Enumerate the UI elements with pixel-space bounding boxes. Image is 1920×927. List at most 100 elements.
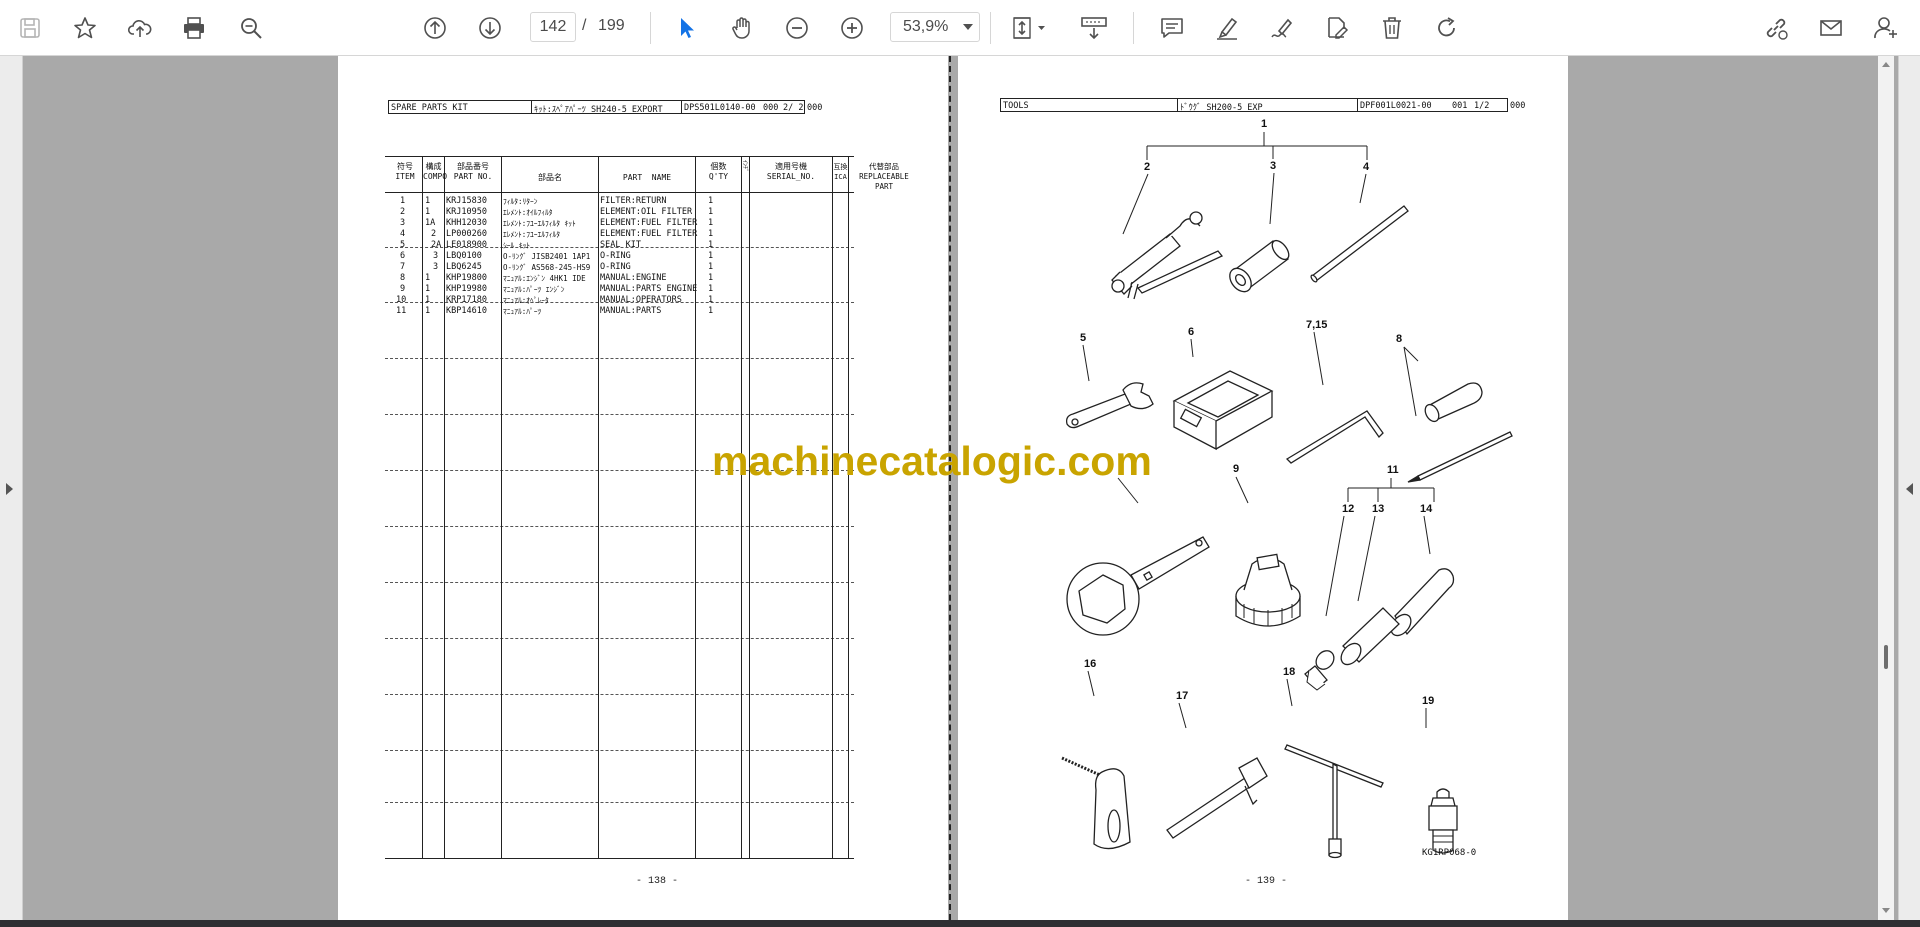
tool-box-drawing [1172, 370, 1274, 451]
zoom-in-icon[interactable] [834, 10, 870, 46]
page-spread-divider [949, 56, 951, 920]
row-rule [385, 582, 854, 583]
page-number-input[interactable] [530, 12, 576, 42]
table-bottom-rule [385, 858, 854, 859]
zoom-value: 53,9% [903, 18, 949, 35]
row-part-no: KRJ15830 [446, 196, 487, 206]
chevron-down-icon [963, 24, 973, 30]
scrollbar-thumb[interactable] [1884, 645, 1888, 669]
adjustable-wrench-drawing [1065, 382, 1154, 429]
edit-pdf-icon[interactable] [1319, 10, 1355, 46]
col-rule [695, 156, 696, 859]
page-number-label: - 138 - [636, 876, 679, 887]
row-part-no: KHP19800 [446, 273, 487, 283]
row-part-no: KRP17180 [446, 295, 487, 305]
row-item: 1 [400, 196, 406, 206]
account-icon[interactable] [1868, 10, 1904, 46]
upload-cloud-icon[interactable] [122, 10, 158, 46]
row-qty: 1 [708, 306, 714, 316]
col-rule [832, 156, 833, 859]
vertical-scrollbar[interactable] [1878, 56, 1894, 920]
scroll-up-icon[interactable] [1882, 62, 1890, 67]
row-part-name: MANUAL:ENGINE [600, 273, 667, 283]
row-qty: 1 [708, 295, 714, 305]
table-header-rule [385, 192, 854, 193]
bookmark-star-icon[interactable] [67, 10, 103, 46]
row-qty: 1 [708, 273, 714, 283]
row-jp-name: ﾏﾆｭｱﾙ:ﾊﾟｰﾂ [503, 307, 542, 316]
page-fit-icon[interactable] [1004, 10, 1056, 46]
row-qty: 1 [708, 262, 714, 272]
share-link-icon[interactable] [1758, 10, 1794, 46]
pdf-page-138: SPARE PARTS KIT ｷｯﾄ:ｽﾍﾟｱﾊﾟｰﾂ SH240-5 EXP… [338, 56, 948, 920]
col-rule [741, 156, 742, 859]
expand-right-icon[interactable] [1906, 483, 1913, 495]
row-part-no: LBQ0100 [446, 251, 482, 261]
row-part-name: MANUAL:OPERATORS [600, 295, 682, 305]
rotate-icon[interactable] [1429, 10, 1465, 46]
row-qty: 1 [708, 229, 714, 239]
row-rule [385, 802, 854, 803]
page-down-icon[interactable] [472, 10, 508, 46]
watermark-text: machinecatalogic.com [712, 438, 1152, 484]
print-icon[interactable] [176, 10, 212, 46]
header-trail: 000 [807, 103, 823, 113]
email-icon[interactable] [1813, 10, 1849, 46]
col-rule [444, 156, 445, 859]
highlight-pen-icon[interactable] [1209, 10, 1245, 46]
row-rule [385, 358, 854, 359]
zoom-dropdown[interactable]: 53,9% [890, 12, 980, 42]
col-header-part-no: 部品番号 PART NO. [453, 162, 493, 181]
row-part-name: ELEMENT:FUEL FILTER [600, 229, 698, 239]
select-arrow-icon[interactable] [669, 10, 705, 46]
row-compo: 1A [425, 218, 436, 228]
col-header-part-name: PART NAME [622, 173, 672, 182]
row-qty: 1 [708, 196, 714, 206]
col-rule [501, 156, 502, 859]
row-item: 9 [400, 284, 406, 294]
col-header-indicator: ｲﾝﾁﾞ [741, 160, 748, 173]
catalog-num: 000 [763, 103, 779, 113]
row-part-name: MANUAL:PARTS ENGINE [600, 284, 698, 294]
col-header-item: 符号 ITEM [395, 162, 415, 181]
scroll-mode-icon[interactable] [1072, 10, 1124, 46]
col-header-jp-name: 部品名 [538, 173, 562, 182]
row-item: 6 [400, 251, 406, 261]
filter-cup-drawing [1229, 239, 1290, 293]
row-jp-name: ﾏﾆｭｱﾙ:ｴﾝｼﾞﾝ 4HK1 IDE [503, 274, 586, 283]
hand-tool-icon[interactable] [724, 10, 760, 46]
row-item: 4 [400, 229, 406, 239]
row-jp-name: O-ﾘﾝｸﾞ AS568-245-HS9 [503, 263, 591, 272]
row-part-name: FILTER:RETURN [600, 196, 667, 206]
toolbar-divider [990, 12, 991, 44]
row-jp-name: ｴﾚﾒﾝﾄ:ｵｲﾙﾌｨﾙﾀ [503, 208, 553, 217]
row-part-name: ELEMENT:FUEL FILTER [600, 218, 698, 228]
row-part-no: LBQ6245 [446, 262, 482, 272]
row-jp-name: ﾏﾆｭｱﾙ:ｵﾍﾟﾚｰﾀ [503, 296, 549, 305]
zoom-out-icon[interactable] [779, 10, 815, 46]
row-part-name: O-RING [600, 251, 631, 261]
row-compo: 1 [425, 273, 431, 283]
row-compo: 1 [425, 207, 431, 217]
scroll-down-icon[interactable] [1882, 908, 1890, 913]
row-part-no: KRJ10950 [446, 207, 487, 217]
page-number-label: - 139 - [1245, 876, 1288, 887]
sign-pen-icon[interactable] [1264, 10, 1300, 46]
socket-adapter-set-drawing [1304, 568, 1455, 691]
row-jp-name: ﾏﾆｭｱﾙ:ﾊﾟｰﾂ ｴﾝｼﾞﾝ [503, 285, 565, 294]
spanner-bar-drawing [1166, 757, 1268, 839]
expand-left-icon[interactable] [6, 483, 13, 495]
row-qty: 1 [708, 240, 714, 250]
comment-icon[interactable] [1154, 10, 1190, 46]
row-compo: 1 [425, 284, 431, 294]
zoom-search-icon[interactable] [233, 10, 269, 46]
page-up-icon[interactable] [417, 10, 453, 46]
row-item: 8 [400, 273, 406, 283]
sheet-number: 2/ 2 [783, 103, 804, 113]
row-qty: 1 [708, 218, 714, 228]
delete-trash-icon[interactable] [1374, 10, 1410, 46]
col-rule [749, 156, 750, 859]
save-icon[interactable] [12, 10, 48, 46]
table-top-rule [385, 156, 854, 157]
row-part-no: LP000260 [446, 229, 487, 239]
